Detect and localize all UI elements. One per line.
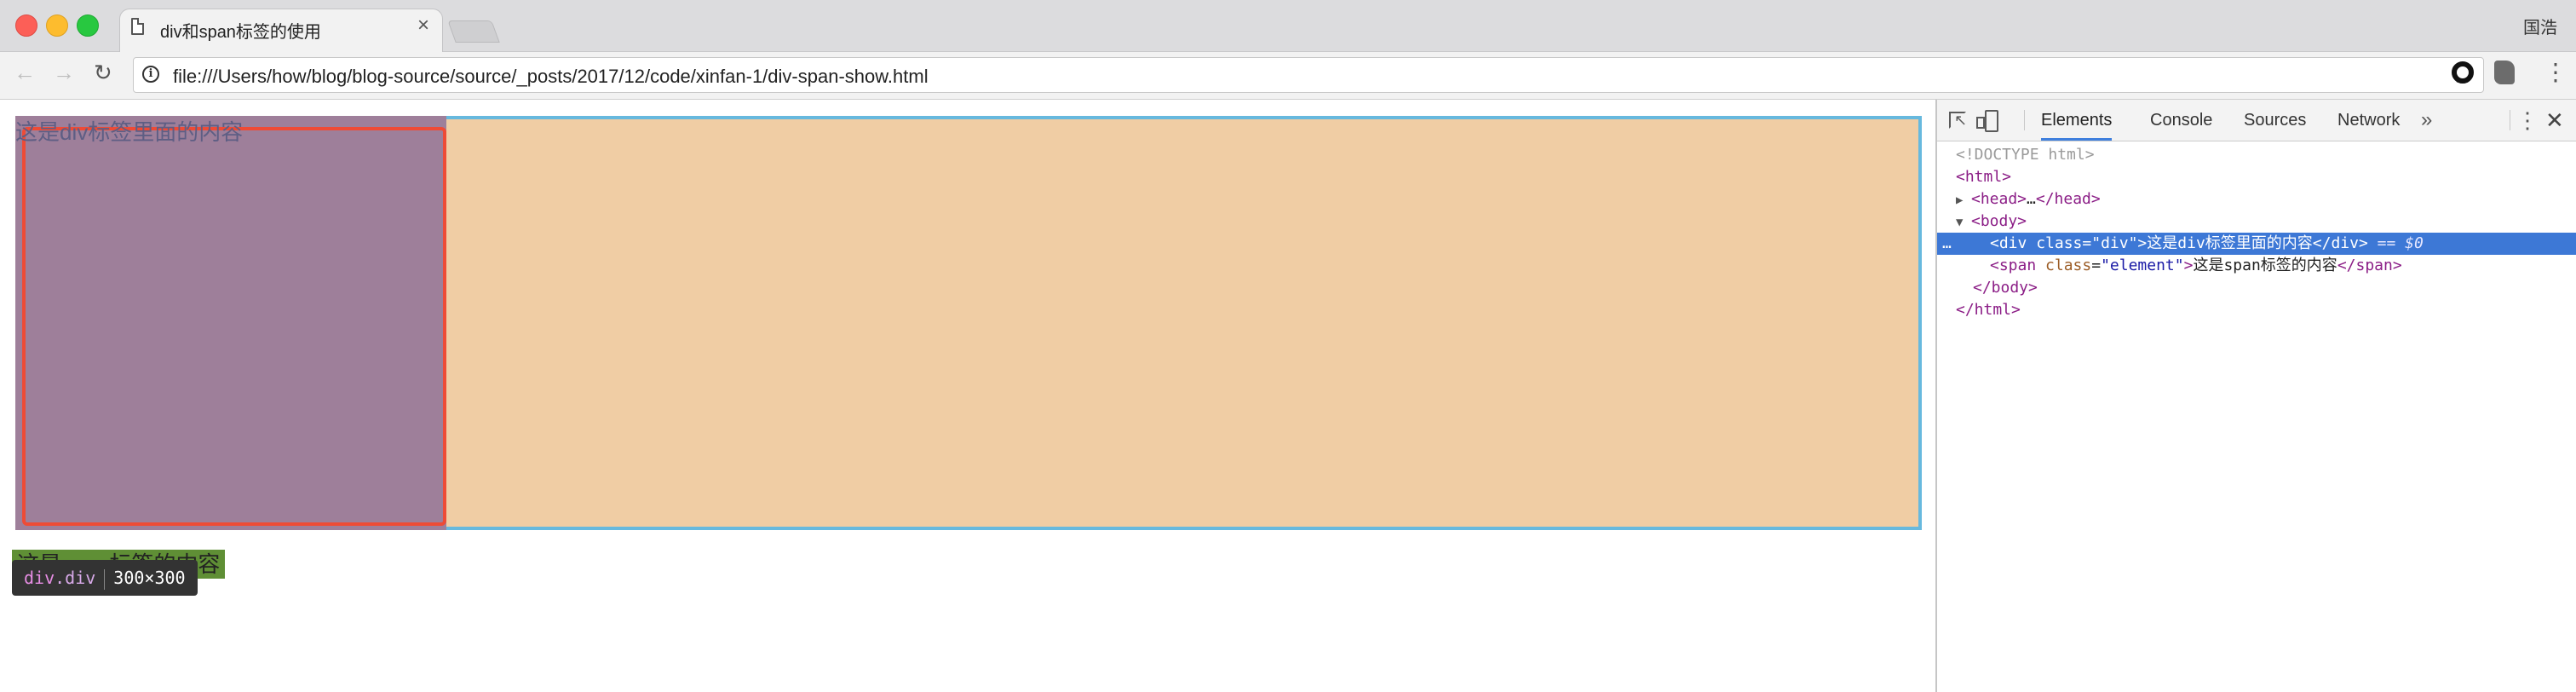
dom-line-doctype[interactable]: <!DOCTYPE html> <box>1937 144 2576 166</box>
dom-line-span[interactable]: <span class="element">这是span标签的内容</span> <box>1937 255 2576 277</box>
dom-line-html[interactable]: <html> <box>1937 166 2576 188</box>
close-window-button[interactable] <box>15 14 37 37</box>
dom-line-body[interactable]: ▼ <body> <box>1937 210 2576 233</box>
tooltip-size: 300×300 <box>113 568 186 588</box>
div-open-tag: <div <box>1990 234 2027 252</box>
equals-sign: = <box>2082 234 2092 252</box>
span-inner-text: 这是span标签的内容 <box>2193 257 2337 274</box>
extension-ring-icon[interactable] <box>2452 61 2474 84</box>
head-open-tag: <head> <box>1971 190 2027 208</box>
dom-line-div-selected[interactable]: … <div class="div">这是div标签里面的内容</div> ==… <box>1937 233 2576 255</box>
evernote-extension-icon[interactable] <box>2494 61 2515 84</box>
tab-elements[interactable]: Elements <box>2041 100 2113 141</box>
url-text[interactable]: file:///Users/how/blog/blog-source/sourc… <box>173 66 929 88</box>
maximize-window-button[interactable] <box>77 14 99 37</box>
span-attr-value: "element" <box>2101 257 2184 274</box>
selected-dots-icon[interactable]: … <box>1942 233 1952 255</box>
dom-line-head[interactable]: ▶ <head>…</head> <box>1937 188 2576 210</box>
div-gt: > <box>2137 234 2148 252</box>
body-open-tag: <body> <box>1971 212 2027 230</box>
div-text: 这是div标签里面的内容 <box>15 119 244 145</box>
dom-line-body-close[interactable]: </body> <box>1937 277 2576 299</box>
tab-network[interactable]: Network <box>2337 100 2400 141</box>
new-tab-button[interactable] <box>447 20 500 43</box>
page-viewport: 这是div标签里面的内容 这是span标签的内容 div.div300×300 <box>0 100 1935 692</box>
minimize-window-button[interactable] <box>46 14 68 37</box>
head-close-tag: </head> <box>2035 190 2101 208</box>
head-ellipsis: … <box>2027 190 2036 208</box>
tooltip-separator <box>104 568 106 590</box>
div-attr-name: class <box>2036 234 2083 252</box>
div-attr-value: "div" <box>2091 234 2138 252</box>
div-inner-red-outline <box>22 127 446 526</box>
div-close-tag: </div> <box>2312 234 2368 252</box>
doctype-text: <!DOCTYPE html> <box>1956 146 2095 164</box>
tab-close-icon[interactable]: × <box>417 15 429 36</box>
devtools-menu-icon[interactable]: ⋮ <box>2516 100 2539 141</box>
span-close-tag: </span> <box>2337 257 2402 274</box>
expand-triangle-icon[interactable]: ▶ <box>1956 189 1971 211</box>
inspect-tooltip: div.div 300×300 <box>12 560 198 596</box>
tooltip-class: .div <box>55 568 96 588</box>
tab-console[interactable]: Console <box>2150 100 2212 141</box>
browser-toolbar: ← → ↻ i file:///Users/how/blog/blog-sour… <box>0 52 2576 100</box>
html-close-tag: </html> <box>1956 301 2021 319</box>
span-open-tag: <span <box>1990 257 2037 274</box>
inspect-element-icon[interactable] <box>1949 112 1967 130</box>
equals-sign: = <box>2091 257 2102 274</box>
span-attr-name: class <box>2045 257 2092 274</box>
divider <box>2024 110 2025 130</box>
device-toolbar-icon[interactable] <box>1976 110 1998 132</box>
div-inner-text: 这是div标签里面的内容 <box>2147 234 2313 252</box>
tab-title[interactable]: div和span标签的使用 <box>160 18 321 43</box>
profile-name[interactable]: 国浩 <box>2523 14 2557 38</box>
more-tabs-icon[interactable]: » <box>2421 100 2432 141</box>
body-close-tag: </body> <box>1973 279 2038 297</box>
address-bar[interactable]: i file:///Users/how/blog/blog-source/sou… <box>133 57 2484 93</box>
tab-sources[interactable]: Sources <box>2244 100 2306 141</box>
devtools-tabbar: Elements Console Sources Network » ⋮ ✕ <box>1937 100 2576 141</box>
dom-tree: <!DOCTYPE html> <html> ▶ <head>…</head> ▼… <box>1937 144 2576 321</box>
tooltip-tag: div <box>24 568 55 588</box>
forward-arrow-icon[interactable]: → <box>53 59 75 86</box>
file-icon <box>131 18 144 35</box>
selected-marker: == $0 <box>2377 234 2424 252</box>
collapse-triangle-icon[interactable]: ▼ <box>1956 211 1971 234</box>
devtools-panel: Elements Console Sources Network » ⋮ ✕ <… <box>1935 100 2576 692</box>
reload-icon[interactable]: ↻ <box>94 59 112 86</box>
span-gt: > <box>2183 257 2194 274</box>
back-arrow-icon[interactable]: ← <box>14 59 36 86</box>
devtools-close-icon[interactable]: ✕ <box>2545 100 2564 141</box>
browser-menu-icon[interactable]: ⋮ <box>2544 59 2567 86</box>
dom-line-html-close[interactable]: </html> <box>1937 299 2576 321</box>
html-open-tag: <html> <box>1956 168 2012 186</box>
info-icon[interactable]: i <box>142 66 159 83</box>
title-bar: div和span标签的使用 × 国浩 <box>0 0 2576 52</box>
